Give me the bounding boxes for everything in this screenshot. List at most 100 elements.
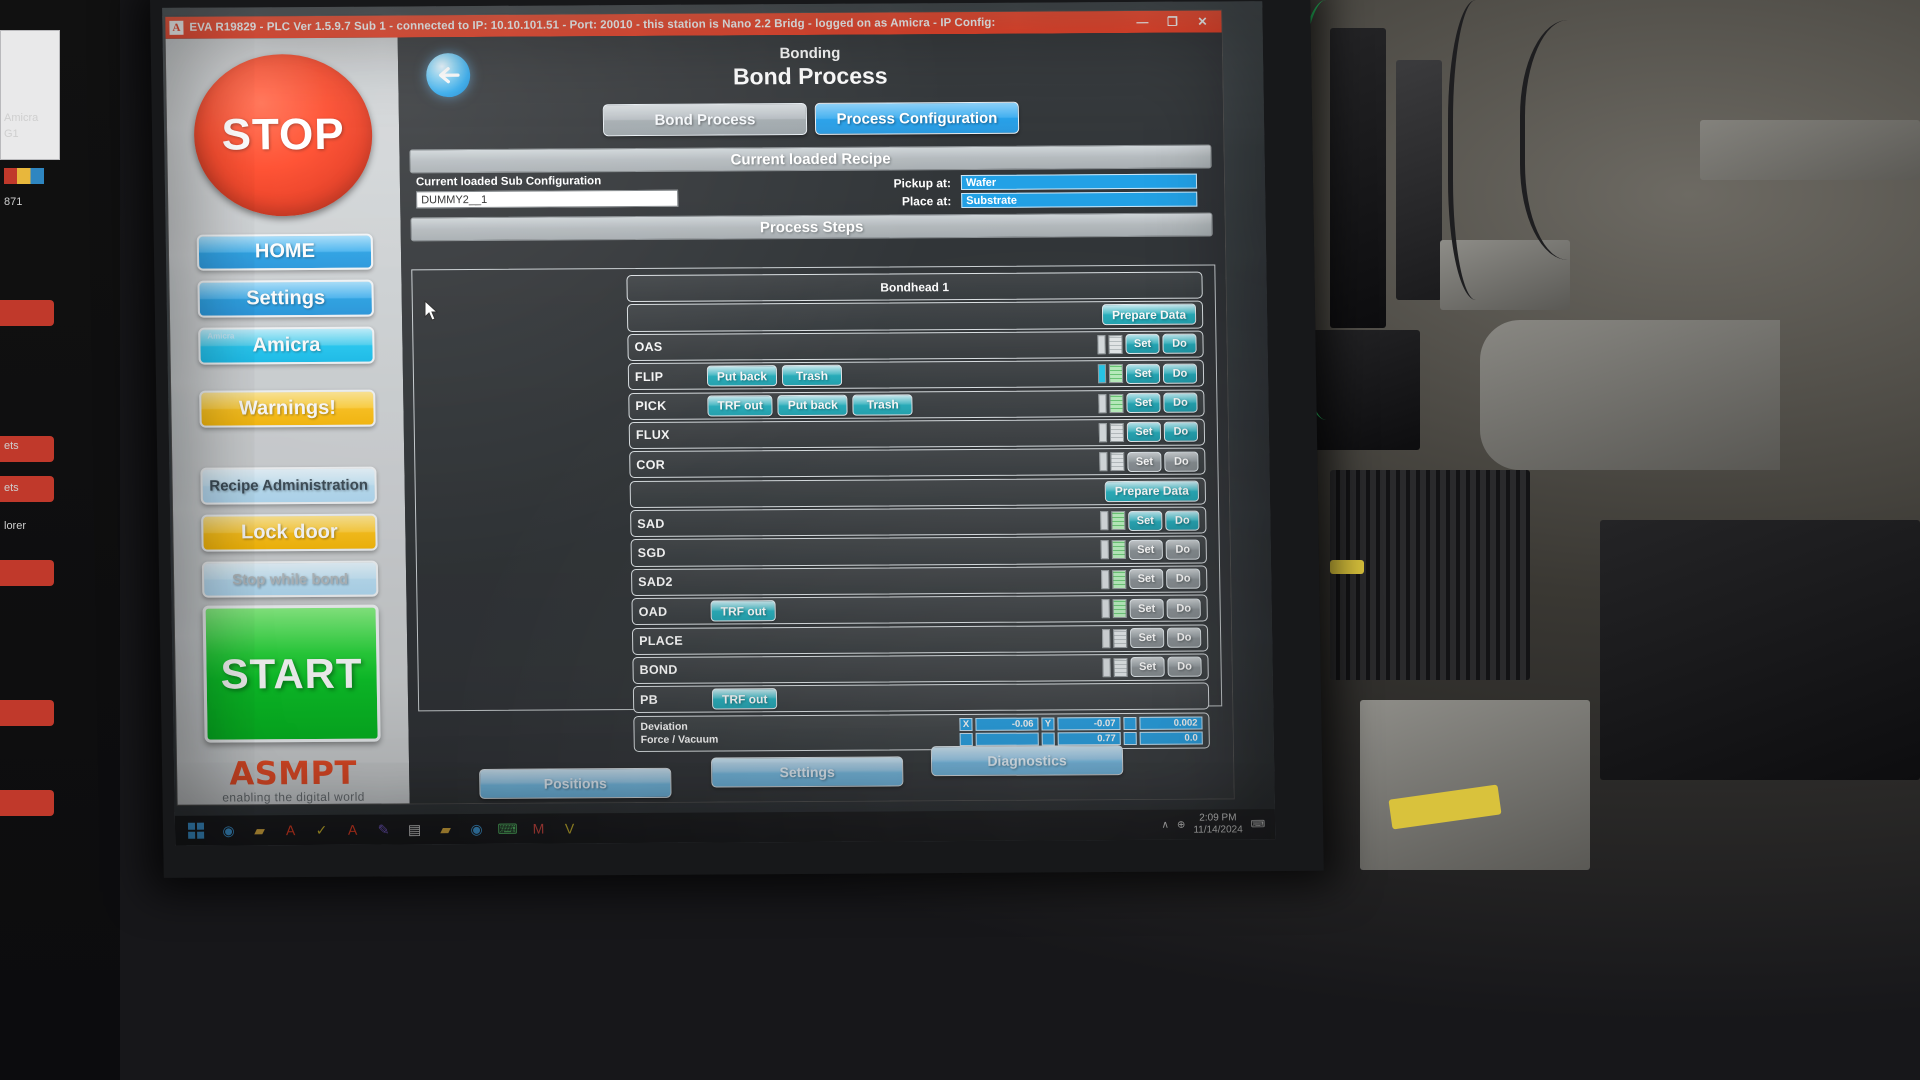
terminal-icon[interactable]: ⌨ — [494, 816, 521, 842]
tab-bond-process[interactable]: Bond Process — [602, 102, 808, 137]
sidebar-item-lock-door[interactable]: Lock door — [201, 513, 378, 552]
editor-icon[interactable]: ✎ — [370, 816, 397, 842]
step-row: PLACE Set Do — [631, 624, 1209, 655]
step-name: SGD — [637, 545, 666, 560]
stop-while-bond-button[interactable]: Stop while bond — [201, 560, 379, 599]
clock-date: 11/14/2024 — [1193, 824, 1243, 836]
maximize-button[interactable]: ❐ — [1157, 11, 1187, 33]
sidebar-item-home[interactable]: HOME — [196, 233, 374, 271]
vacuum-value: 0.0 — [1139, 731, 1203, 745]
settings-button[interactable]: Settings — [710, 756, 904, 788]
step-do-button[interactable]: Do — [1164, 451, 1199, 472]
window-controls: — ❐ ✕ — [1127, 10, 1217, 33]
step-do-button[interactable]: Do — [1165, 539, 1200, 560]
clock[interactable]: 2:09 PM 11/14/2024 — [1193, 812, 1243, 836]
step-set-button[interactable]: Set — [1126, 392, 1161, 414]
step-set-button[interactable]: Set — [1125, 334, 1160, 355]
step-name: FLIP — [634, 369, 664, 384]
step-do-button[interactable]: Do — [1166, 627, 1202, 648]
step-progress-indicator — [1099, 452, 1108, 472]
diagnostics-button[interactable]: Diagnostics — [930, 745, 1124, 777]
black-cable-1 — [1448, 0, 1518, 300]
sidebar-item-recipe-administration[interactable]: Recipe Administration — [200, 466, 377, 505]
minimize-button[interactable]: — — [1127, 11, 1157, 33]
step-action-button[interactable]: Prepare Data — [1101, 304, 1197, 326]
positions-button[interactable]: Positions — [479, 767, 672, 799]
pickup-value[interactable]: Wafer — [960, 173, 1198, 191]
tray-notification-icon[interactable]: ⌨ — [1251, 819, 1266, 830]
close-button[interactable]: ✕ — [1187, 10, 1217, 32]
step-do-button[interactable]: Do — [1166, 568, 1201, 590]
step-action-button[interactable]: TRF out — [707, 394, 773, 417]
scene: Amicra G1 871 ets ets lorer A EVA R19829… — [0, 0, 1920, 1080]
force-value: 0.77 — [1057, 731, 1121, 746]
step-status-indicator — [1109, 423, 1125, 443]
step-action-button[interactable]: Prepare Data — [1104, 480, 1200, 502]
step-action-button[interactable]: Trash — [852, 393, 913, 416]
tab-process-configuration[interactable]: Process Configuration — [814, 101, 1020, 135]
explorer-icon[interactable]: ▰ — [432, 816, 459, 842]
step-name: BOND — [639, 663, 678, 678]
document-icon[interactable]: ▤ — [401, 816, 428, 842]
step-set-button[interactable]: Set — [1129, 627, 1165, 649]
step-controls: Set Do — [1100, 539, 1200, 561]
step-action-button[interactable]: Put back — [706, 365, 778, 387]
step-action-button[interactable]: Trash — [781, 364, 843, 387]
place-value[interactable]: Substrate — [961, 191, 1198, 209]
tab-bar: Bond Process Process Configuration — [399, 100, 1224, 137]
step-actions — [712, 668, 1103, 670]
step-do-button[interactable]: Do — [1167, 657, 1202, 678]
step-do-button[interactable]: Do — [1166, 598, 1201, 619]
step-actions — [710, 580, 1101, 582]
step-row: BOND Set Do — [632, 653, 1209, 685]
sidebar-item-amicra[interactable]: Amicra Amicra — [198, 326, 375, 365]
browser-icon[interactable]: ◉ — [463, 816, 490, 842]
step-set-button[interactable]: Set — [1128, 510, 1163, 531]
tray-chevron-icon[interactable]: ∧ — [1162, 819, 1170, 830]
step-progress-indicator — [1097, 334, 1106, 355]
secondary-color-swatch — [4, 168, 44, 184]
step-do-button[interactable]: Do — [1163, 392, 1198, 413]
step-set-button[interactable]: Set — [1129, 569, 1164, 590]
secondary-tab-6 — [0, 790, 54, 816]
step-do-button[interactable]: Do — [1163, 422, 1199, 443]
clock-time: 2:09 PM — [1199, 812, 1237, 824]
step-action-button[interactable]: Put back — [777, 394, 848, 416]
machine-label-yellow-2 — [1330, 560, 1364, 574]
sidebar-item-settings[interactable]: Settings — [197, 279, 374, 318]
step-do-button[interactable]: Do — [1162, 333, 1197, 355]
step-set-button[interactable]: Set — [1127, 451, 1162, 472]
step-set-button[interactable]: Set — [1128, 539, 1163, 560]
sub-configuration-input[interactable]: DUMMY2__1 — [416, 189, 679, 209]
sidebar-item-label: Amicra — [252, 333, 321, 357]
deviation-labels: Deviation Force / Vacuum — [640, 720, 780, 747]
sidebar-item-warnings[interactable]: Warnings! — [199, 389, 376, 428]
tray-network-icon[interactable]: ⊕ — [1177, 819, 1186, 830]
app-a-icon[interactable]: A — [277, 817, 304, 843]
step-do-button[interactable]: Do — [1162, 363, 1198, 384]
step-set-button[interactable]: Set — [1125, 363, 1161, 384]
stop-button[interactable]: STOP — [192, 53, 374, 217]
step-action-button[interactable]: TRF out — [710, 600, 777, 622]
chrome-icon[interactable]: ◉ — [215, 817, 242, 843]
step-action-button[interactable]: TRF out — [711, 688, 778, 710]
app-m-icon[interactable]: M — [525, 816, 552, 842]
app-v-icon[interactable]: ✓ — [308, 817, 335, 843]
step-set-button[interactable]: Set — [1130, 657, 1165, 678]
app-v2-icon[interactable]: V — [556, 815, 583, 841]
step-do-button[interactable]: Do — [1165, 510, 1200, 531]
start-button[interactable]: START — [202, 604, 381, 743]
app-a-red-icon[interactable]: A — [339, 817, 366, 843]
step-status-indicator — [1112, 628, 1128, 648]
step-status-indicator — [1112, 569, 1127, 589]
system-tray: ∧ ⊕ 2:09 PM 11/14/2024 ⌨ — [1161, 812, 1271, 837]
step-actions — [708, 462, 1099, 464]
deviation-x-key: X — [959, 717, 973, 731]
force-key — [959, 732, 973, 746]
step-set-button[interactable]: Set — [1129, 598, 1164, 619]
machine-arm — [1480, 320, 1780, 470]
step-set-button[interactable]: Set — [1126, 422, 1162, 443]
deviation-label: Deviation — [640, 720, 688, 733]
windows-start-icon[interactable] — [179, 817, 213, 845]
folder-icon[interactable]: ▰ — [246, 817, 273, 843]
